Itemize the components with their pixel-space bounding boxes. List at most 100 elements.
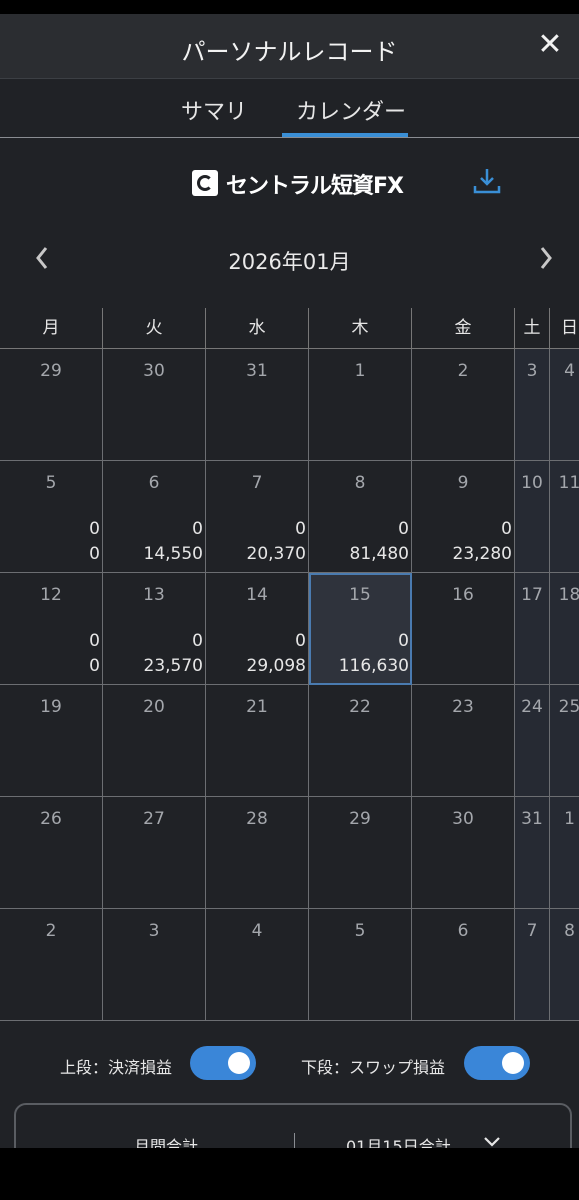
calendar-cell[interactable]: 16	[412, 573, 515, 685]
weekday-header: 月	[0, 308, 103, 349]
settlement-pnl-value: 0	[192, 631, 203, 651]
chevron-right-icon[interactable]	[534, 242, 558, 274]
display-toggles: 上段：決済損益 下段：スワップ損益	[0, 1044, 579, 1084]
page-title: パーソナルレコード	[181, 38, 398, 66]
calendar-cell[interactable]: 1	[309, 349, 412, 461]
tab-bar: サマリ カレンダー	[0, 79, 579, 138]
weekday-header: 木	[309, 308, 412, 349]
day-number: 6	[148, 473, 160, 493]
day-number: 3	[148, 921, 160, 941]
title-bar: パーソナルレコード ✕	[0, 14, 579, 79]
calendar-cell[interactable]: 11	[550, 461, 579, 573]
calendar-cell[interactable]: 18	[550, 573, 579, 685]
calendar-cell[interactable]: 10	[515, 461, 550, 573]
calendar-cell[interactable]: 28	[206, 797, 309, 909]
calendar-cell[interactable]: 26	[0, 797, 103, 909]
toggle-knob	[228, 1052, 250, 1074]
calendar-cell[interactable]: 7 0 20,370	[206, 461, 309, 573]
day-number: 10	[521, 473, 543, 493]
calendar-cell[interactable]: 8 0 81,480	[309, 461, 412, 573]
weekday-header: 火	[103, 308, 206, 349]
day-number: 30	[143, 361, 165, 381]
calendar-cell[interactable]: 2	[412, 349, 515, 461]
download-icon[interactable]	[472, 166, 502, 196]
summary-panel: 月間合計 01月15日合計	[14, 1103, 572, 1148]
day-number: 18	[558, 585, 579, 605]
day-number: 7	[526, 921, 538, 941]
day-number: 16	[452, 585, 474, 605]
calendar-cell[interactable]: 29	[309, 797, 412, 909]
calendar-cell[interactable]: 27	[103, 797, 206, 909]
settlement-pnl-value: 0	[89, 631, 100, 651]
calendar-cell[interactable]: 6 0 14,550	[103, 461, 206, 573]
day-number: 19	[40, 697, 62, 717]
day-number: 15	[349, 585, 371, 605]
monthly-total-label[interactable]: 月間合計	[134, 1133, 198, 1148]
brand-logo: セントラル短資FX	[192, 168, 404, 200]
calendar-cell[interactable]: 30	[103, 349, 206, 461]
calendar-cell[interactable]: 2	[0, 909, 103, 1021]
calendar-cell[interactable]: 1	[550, 797, 579, 909]
day-number: 7	[251, 473, 263, 493]
swap-pnl-value: 81,480	[349, 544, 409, 564]
calendar-cell[interactable]: 4	[550, 349, 579, 461]
day-number: 11	[558, 473, 579, 493]
swap-pnl-value: 0	[89, 544, 100, 564]
day-number: 4	[564, 361, 575, 381]
day-number: 3	[526, 361, 538, 381]
settlement-pnl-value: 0	[89, 519, 100, 539]
calendar-cell[interactable]: 17	[515, 573, 550, 685]
day-number: 29	[40, 361, 62, 381]
calendar-cell-today[interactable]: 15 0 116,630	[309, 573, 412, 685]
daily-total-label[interactable]: 01月15日合計	[346, 1133, 451, 1148]
day-number: 8	[564, 921, 575, 941]
swap-pnl-value: 20,370	[246, 544, 306, 564]
logo-mark-icon	[192, 170, 218, 196]
settlement-pnl-value: 0	[295, 631, 306, 651]
calendar-cell[interactable]: 14 0 29,098	[206, 573, 309, 685]
swap-pnl-value: 29,098	[246, 656, 306, 676]
day-number: 31	[521, 809, 543, 829]
day-number: 27	[143, 809, 165, 829]
day-number: 13	[143, 585, 165, 605]
active-tab-indicator	[282, 133, 408, 137]
calendar-cell[interactable]: 24	[515, 685, 550, 797]
calendar-cell[interactable]: 30	[412, 797, 515, 909]
chevron-down-icon[interactable]	[482, 1131, 502, 1148]
weekday-header: 金	[412, 308, 515, 349]
month-navigation: 2026年01月	[0, 242, 579, 278]
calendar-cell[interactable]: 31	[515, 797, 550, 909]
calendar-cell[interactable]: 5 0 0	[0, 461, 103, 573]
calendar-cell[interactable]: 3	[515, 349, 550, 461]
calendar-cell[interactable]: 5	[309, 909, 412, 1021]
calendar-cell[interactable]: 4	[206, 909, 309, 1021]
lower-toggle-switch[interactable]	[464, 1046, 530, 1080]
calendar-cell[interactable]: 7	[515, 909, 550, 1021]
upper-toggle-switch[interactable]	[190, 1046, 256, 1080]
day-number: 24	[521, 697, 543, 717]
calendar-cell[interactable]: 12 0 0	[0, 573, 103, 685]
day-number: 20	[143, 697, 165, 717]
calendar-cell[interactable]: 20	[103, 685, 206, 797]
close-icon[interactable]: ✕	[535, 30, 565, 60]
calendar-cell[interactable]: 8	[550, 909, 579, 1021]
calendar-cell[interactable]: 29	[0, 349, 103, 461]
day-number: 8	[354, 473, 366, 493]
calendar-cell[interactable]: 25	[550, 685, 579, 797]
calendar-cell[interactable]: 31	[206, 349, 309, 461]
day-number: 1	[564, 809, 575, 829]
calendar-cell[interactable]: 13 0 23,570	[103, 573, 206, 685]
tab-calendar[interactable]: カレンダー	[296, 94, 406, 126]
day-number: 28	[246, 809, 268, 829]
calendar-cell[interactable]: 3	[103, 909, 206, 1021]
screen: パーソナルレコード ✕ サマリ カレンダー セントラル短資FX 2026年01月…	[0, 14, 579, 1148]
calendar-cell[interactable]: 9 0 23,280	[412, 461, 515, 573]
tab-summary[interactable]: サマリ	[181, 94, 247, 126]
calendar-cell[interactable]: 19	[0, 685, 103, 797]
day-number: 21	[246, 697, 268, 717]
calendar-cell[interactable]: 21	[206, 685, 309, 797]
calendar-cell[interactable]: 6	[412, 909, 515, 1021]
calendar-cell[interactable]: 22	[309, 685, 412, 797]
calendar-cell[interactable]: 23	[412, 685, 515, 797]
settlement-pnl-value: 0	[398, 631, 409, 651]
